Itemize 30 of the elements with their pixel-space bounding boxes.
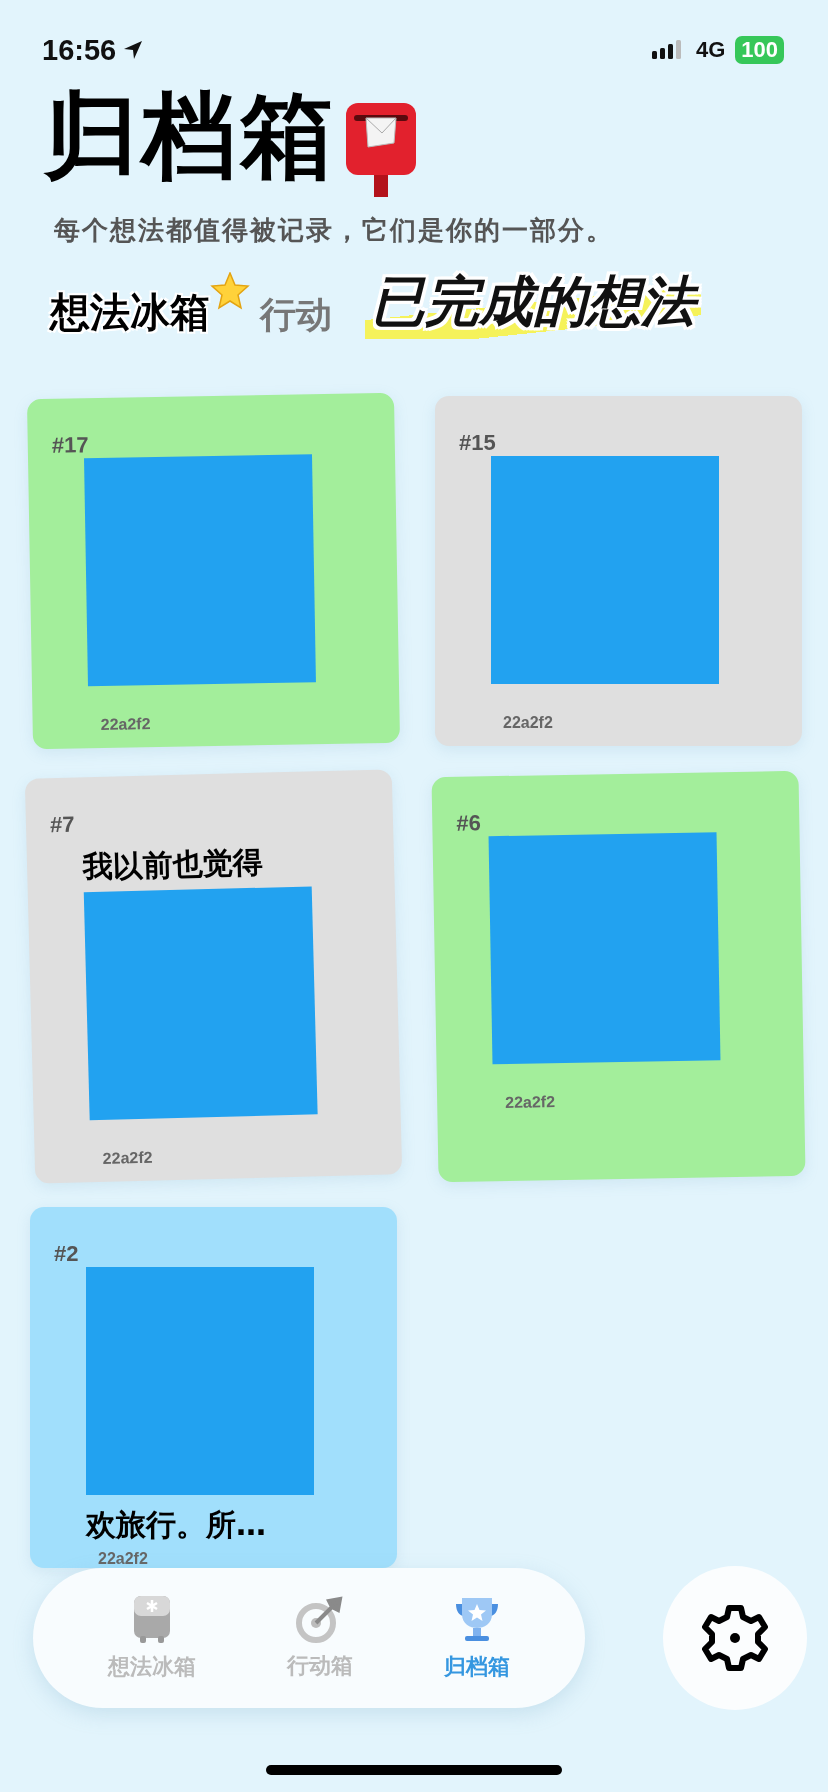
card-number: #2	[54, 1241, 80, 1268]
settings-icon	[699, 1602, 771, 1674]
card-code: 22a2f2	[505, 1093, 556, 1113]
battery-indicator: 100	[735, 36, 784, 64]
idea-card[interactable]: #7 我以前也觉得 22a2f2	[24, 769, 403, 1185]
network-label: 4G	[695, 37, 726, 63]
idea-card[interactable]: #6 22a2f2	[431, 771, 806, 1183]
card-number: #15	[459, 430, 497, 457]
idea-card[interactable]: #2 欢旅行。所… 22a2f2	[30, 1207, 397, 1569]
page-title: 归档箱	[44, 84, 338, 188]
card-number: #7	[49, 811, 76, 839]
card-code: 22a2f2	[100, 715, 151, 735]
clock-time: 16:56	[42, 33, 117, 67]
card-code: 22a2f2	[503, 714, 553, 733]
location-arrow-icon	[122, 39, 145, 61]
card-text: 我以前也觉得	[82, 844, 265, 887]
target-icon	[296, 1595, 344, 1643]
star-icon	[210, 272, 250, 311]
card-code: 22a2f2	[102, 1149, 153, 1169]
card-code: 22a2f2	[98, 1550, 148, 1569]
card-number: #6	[456, 809, 482, 838]
category-tab[interactable]: 想法冰箱	[50, 285, 210, 341]
idea-card[interactable]: #15 22a2f2	[435, 396, 802, 747]
postbox-icon	[344, 101, 418, 198]
idea-card[interactable]: #17 22a2f2	[26, 393, 401, 750]
category-tab[interactable]: 行动	[260, 291, 332, 341]
card-text: 欢旅行。所…	[86, 1506, 267, 1545]
nav-tab[interactable]: 归档箱	[435, 1590, 518, 1686]
card-number: #17	[51, 431, 90, 460]
page-subtitle: 每个想法都值得被记录，它们是你的一部分。	[54, 214, 615, 248]
